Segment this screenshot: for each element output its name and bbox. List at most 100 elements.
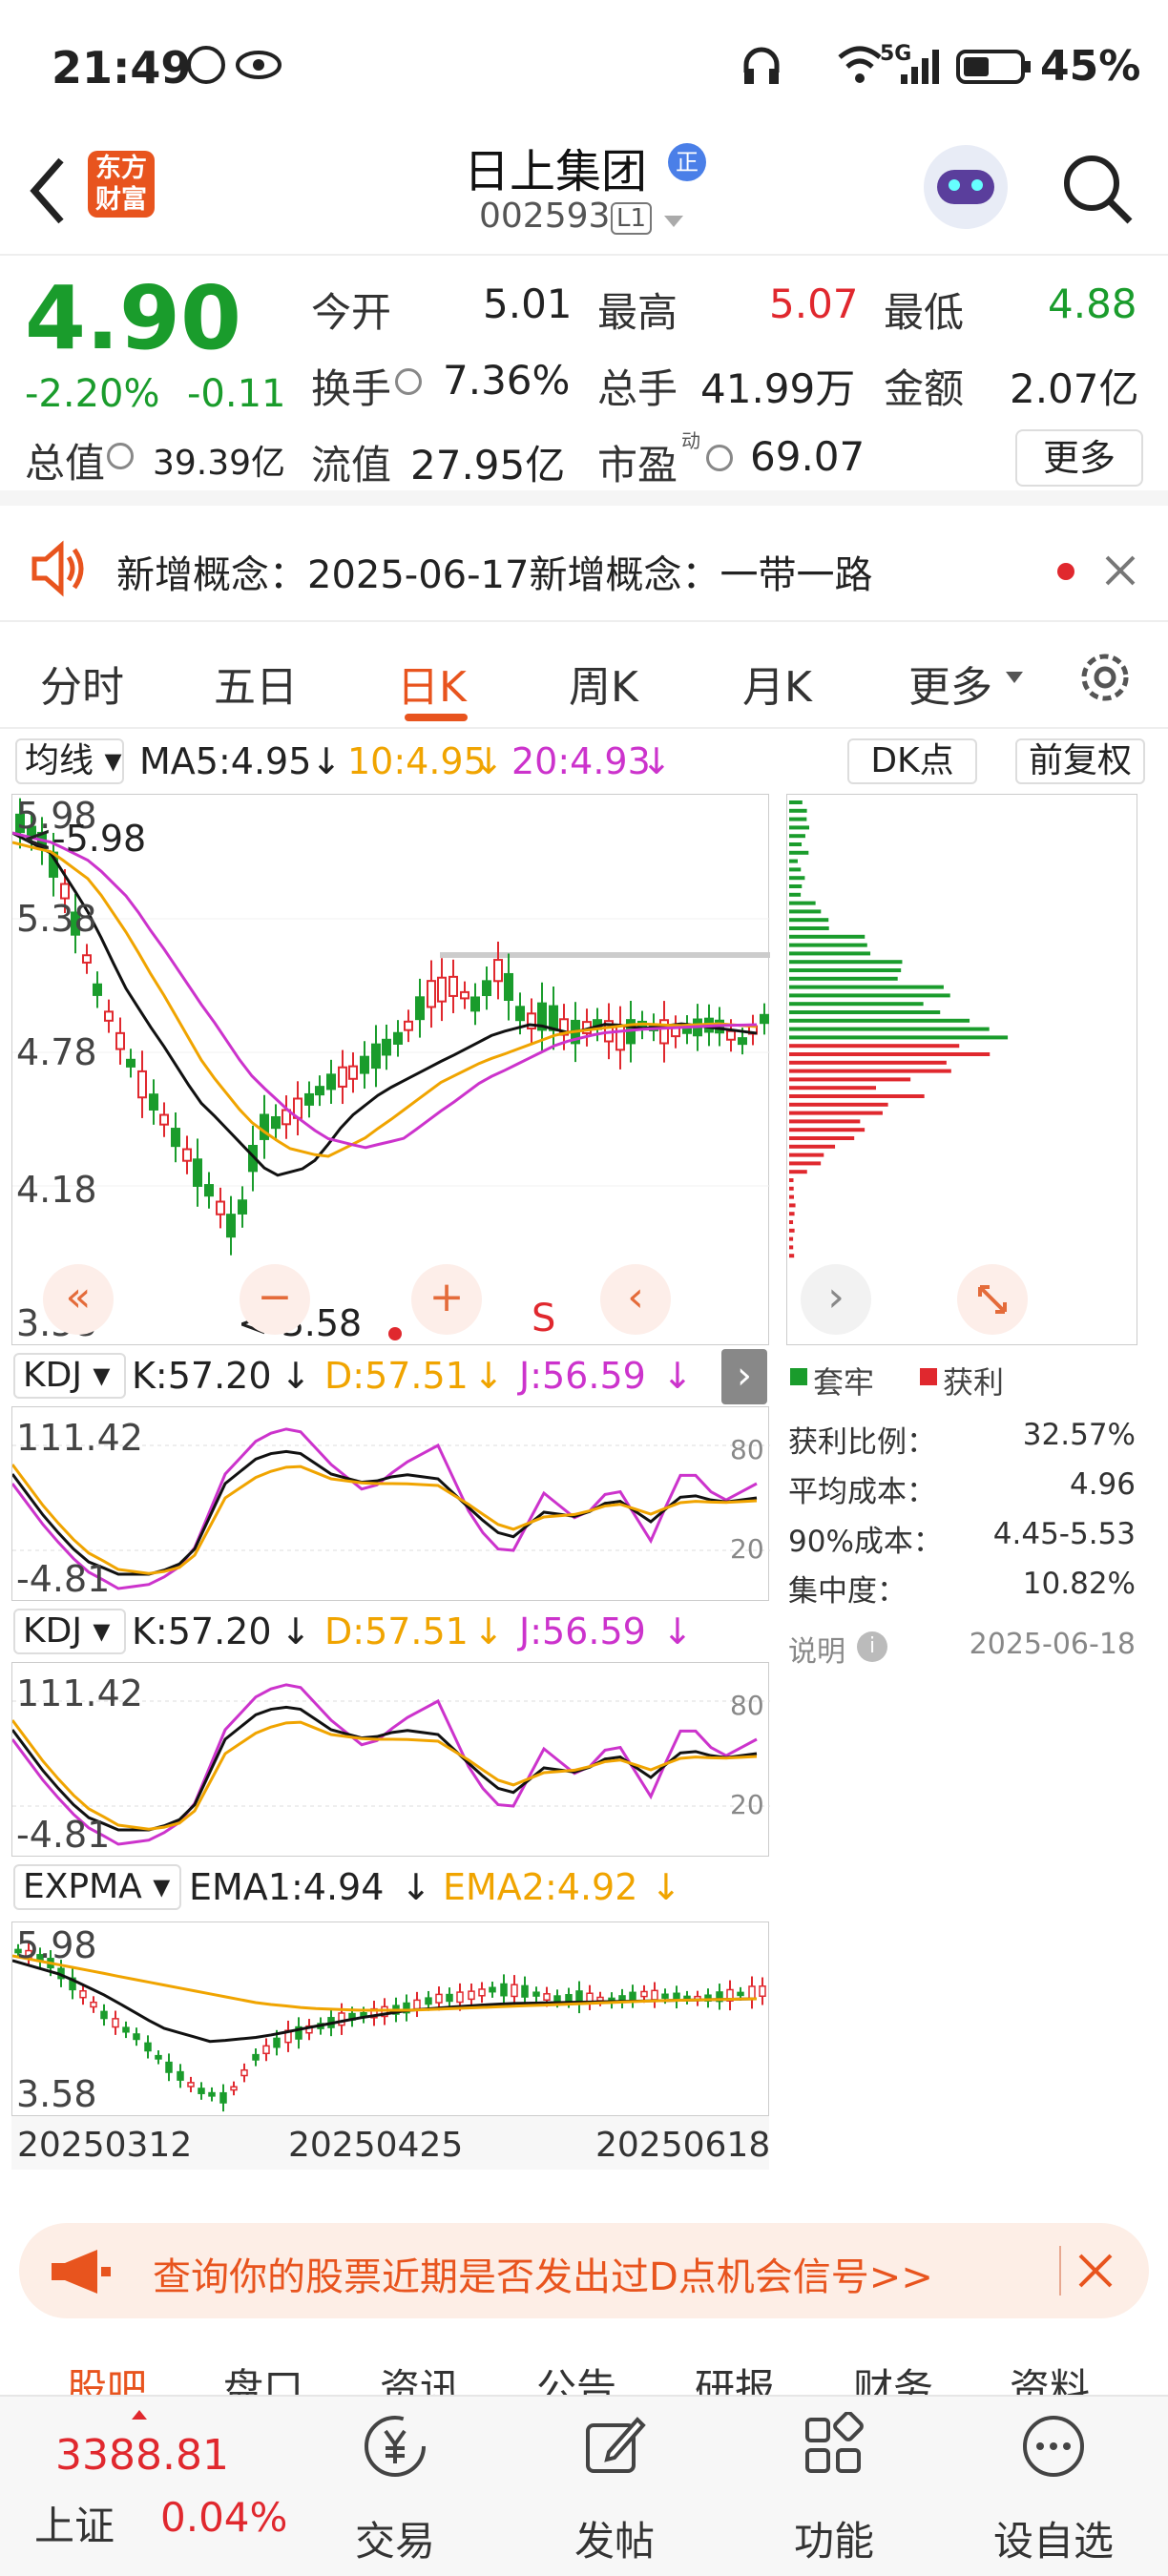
subtab-announcements[interactable]: 公告 [536,2357,616,2395]
chip-bar [789,1203,796,1208]
turnover-value: 7.36% [443,357,571,404]
compose-icon [586,2417,646,2473]
robot-assistant-icon[interactable] [924,145,1008,229]
volume-label: 总手 [597,365,678,412]
wifi-icon [838,46,882,83]
dropdown-arrow-icon[interactable] [662,214,685,229]
adjust-mode-button[interactable]: 前复权 [1015,738,1145,784]
chip-bar [789,1077,911,1082]
candle-body [549,1005,558,1031]
pe-info-icon[interactable] [706,445,733,471]
subtab-financials[interactable]: 财务 [853,2357,933,2395]
banner-close-icon[interactable] [1076,2252,1115,2290]
dpoint-banner[interactable]: 查询你的股票近期是否发出过D点机会信号>> [19,2223,1149,2318]
subtab-orderbook[interactable]: 盘口 [223,2357,303,2395]
tab-daily-k[interactable]: 日K [397,653,467,714]
eastmoney-logo[interactable]: 东方 财富 [88,151,155,218]
candle-body [615,1025,625,1051]
tab-weekly-k[interactable]: 周K [569,653,638,714]
chip-bar [789,968,902,972]
tab-intraday[interactable]: 分时 [40,653,124,714]
explain-label[interactable]: 说明 [788,1628,845,1670]
chip-bar [789,825,810,830]
scroll-left-icon[interactable]: ‹ [600,1264,671,1335]
expma-candle-body [532,1991,540,1997]
chip-distribution[interactable]: › [786,794,1137,1345]
explain-info-icon[interactable]: i [857,1631,887,1662]
kline-chart[interactable]: 5.98 5.38 4.78 4.18 3.58 <-5.98 <-3.58 S… [11,794,770,1345]
kdj1-selector-label: KDJ [23,1356,82,1395]
turnover-info-icon[interactable] [395,368,422,395]
expand-icon[interactable] [957,1264,1028,1335]
kdj1-d-arrow: ↓ [473,1355,504,1397]
logo-text-bottom: 财富 [95,185,147,215]
chip-bar [789,808,807,813]
avg-cost-value: 4.96 [1069,1467,1136,1502]
expma-candle-body [338,2012,345,2026]
subtab-forum[interactable]: 股吧 [67,2357,147,2395]
nav-functions-label: 功能 [793,2518,874,2565]
kdj2-k: K:57.20 [132,1610,272,1652]
candle-body [171,1128,180,1148]
candle-body [315,1086,324,1096]
chip-bar [789,1060,947,1065]
kline-plot [12,798,770,1256]
settings-gear-icon[interactable] [1076,649,1134,706]
max-price-value: 5.98 [65,818,147,860]
expma-candle-body [90,2001,97,2008]
expma-candle-body [489,1986,496,1993]
candle-body [470,996,480,1012]
indicator-selector[interactable]: 均线 ▾ [15,738,124,784]
more-dots-icon [1023,2416,1084,2477]
nav-functions[interactable]: 功能 [739,2397,929,2576]
index-ticker[interactable]: 3388.81 上证 0.04% [0,2397,287,2576]
expma-candle-body [100,2010,108,2020]
dk-point-button[interactable]: DK点 [847,738,977,784]
zoom-in-icon[interactable]: + [411,1264,482,1335]
kdj1-chart[interactable]: 111.42 -4.81 80 20 [11,1406,770,1601]
stock-name: 日上集团 [464,145,648,198]
nav-post[interactable]: 发帖 [519,2397,710,2576]
tab-more[interactable]: 更多 [908,653,992,714]
nav-trade[interactable]: 交易 [300,2397,490,2576]
kdj1-selector[interactable]: KDJ ▾ [13,1353,126,1399]
ma10-value: 10:4.95 [347,740,487,782]
level-badge[interactable]: L1 [611,202,653,235]
close-icon[interactable] [1103,553,1137,588]
candle-body [482,980,491,997]
subtab-profile[interactable]: 资料 [1010,2357,1090,2395]
back-icon[interactable] [25,153,73,229]
expma-candle-body [252,2053,260,2061]
scroll-left-fast-icon[interactable]: « [43,1264,114,1335]
nav-watchlist[interactable]: 设自选 [958,2397,1149,2576]
panel-toggle-icon[interactable]: › [721,1349,767,1404]
amount-label: 金额 [884,365,965,412]
expma-candle-body [240,2068,248,2077]
candle-body [93,983,102,996]
kdj2-ybot: -4.81 [16,1814,111,1856]
expma-candle-body [198,2088,205,2094]
expma-chart[interactable]: 5.98 3.58 [11,1922,769,2116]
tab-five-day[interactable]: 五日 [214,653,298,714]
expma-candle-body [521,1984,529,1998]
tab-monthly-k[interactable]: 月K [742,653,812,714]
expma-candle-body [629,1991,636,2002]
expma-plot [12,1942,766,2112]
ma-legend: 均线 ▾ MA5:4.95 ↓ 10:4.95 ↓ 20:4.93 ↓ DK点 … [0,735,1168,788]
kdj2-selector[interactable]: KDJ ▾ [13,1609,126,1654]
search-icon[interactable] [1059,151,1136,227]
kdj2-chart[interactable]: 111.42 -4.81 80 20 [11,1662,770,1857]
candle-body [60,883,70,900]
more-button[interactable]: 更多 [1015,429,1143,487]
expma-selector[interactable]: EXPMA ▾ [13,1864,181,1910]
scroll-right-icon[interactable]: › [801,1264,871,1335]
chip-bar [789,993,950,998]
info-icon[interactable] [107,443,134,469]
concept-notice[interactable]: 新增概念：2025-06-17新增概念：一带一路 [0,515,1168,622]
subtab-news[interactable]: 资讯 [380,2357,460,2395]
subtab-research[interactable]: 研报 [695,2357,775,2395]
candle-body [137,1070,147,1099]
candle-body [193,1158,202,1187]
nav-trade-label: 交易 [354,2518,435,2565]
zoom-out-icon[interactable]: − [240,1264,310,1335]
